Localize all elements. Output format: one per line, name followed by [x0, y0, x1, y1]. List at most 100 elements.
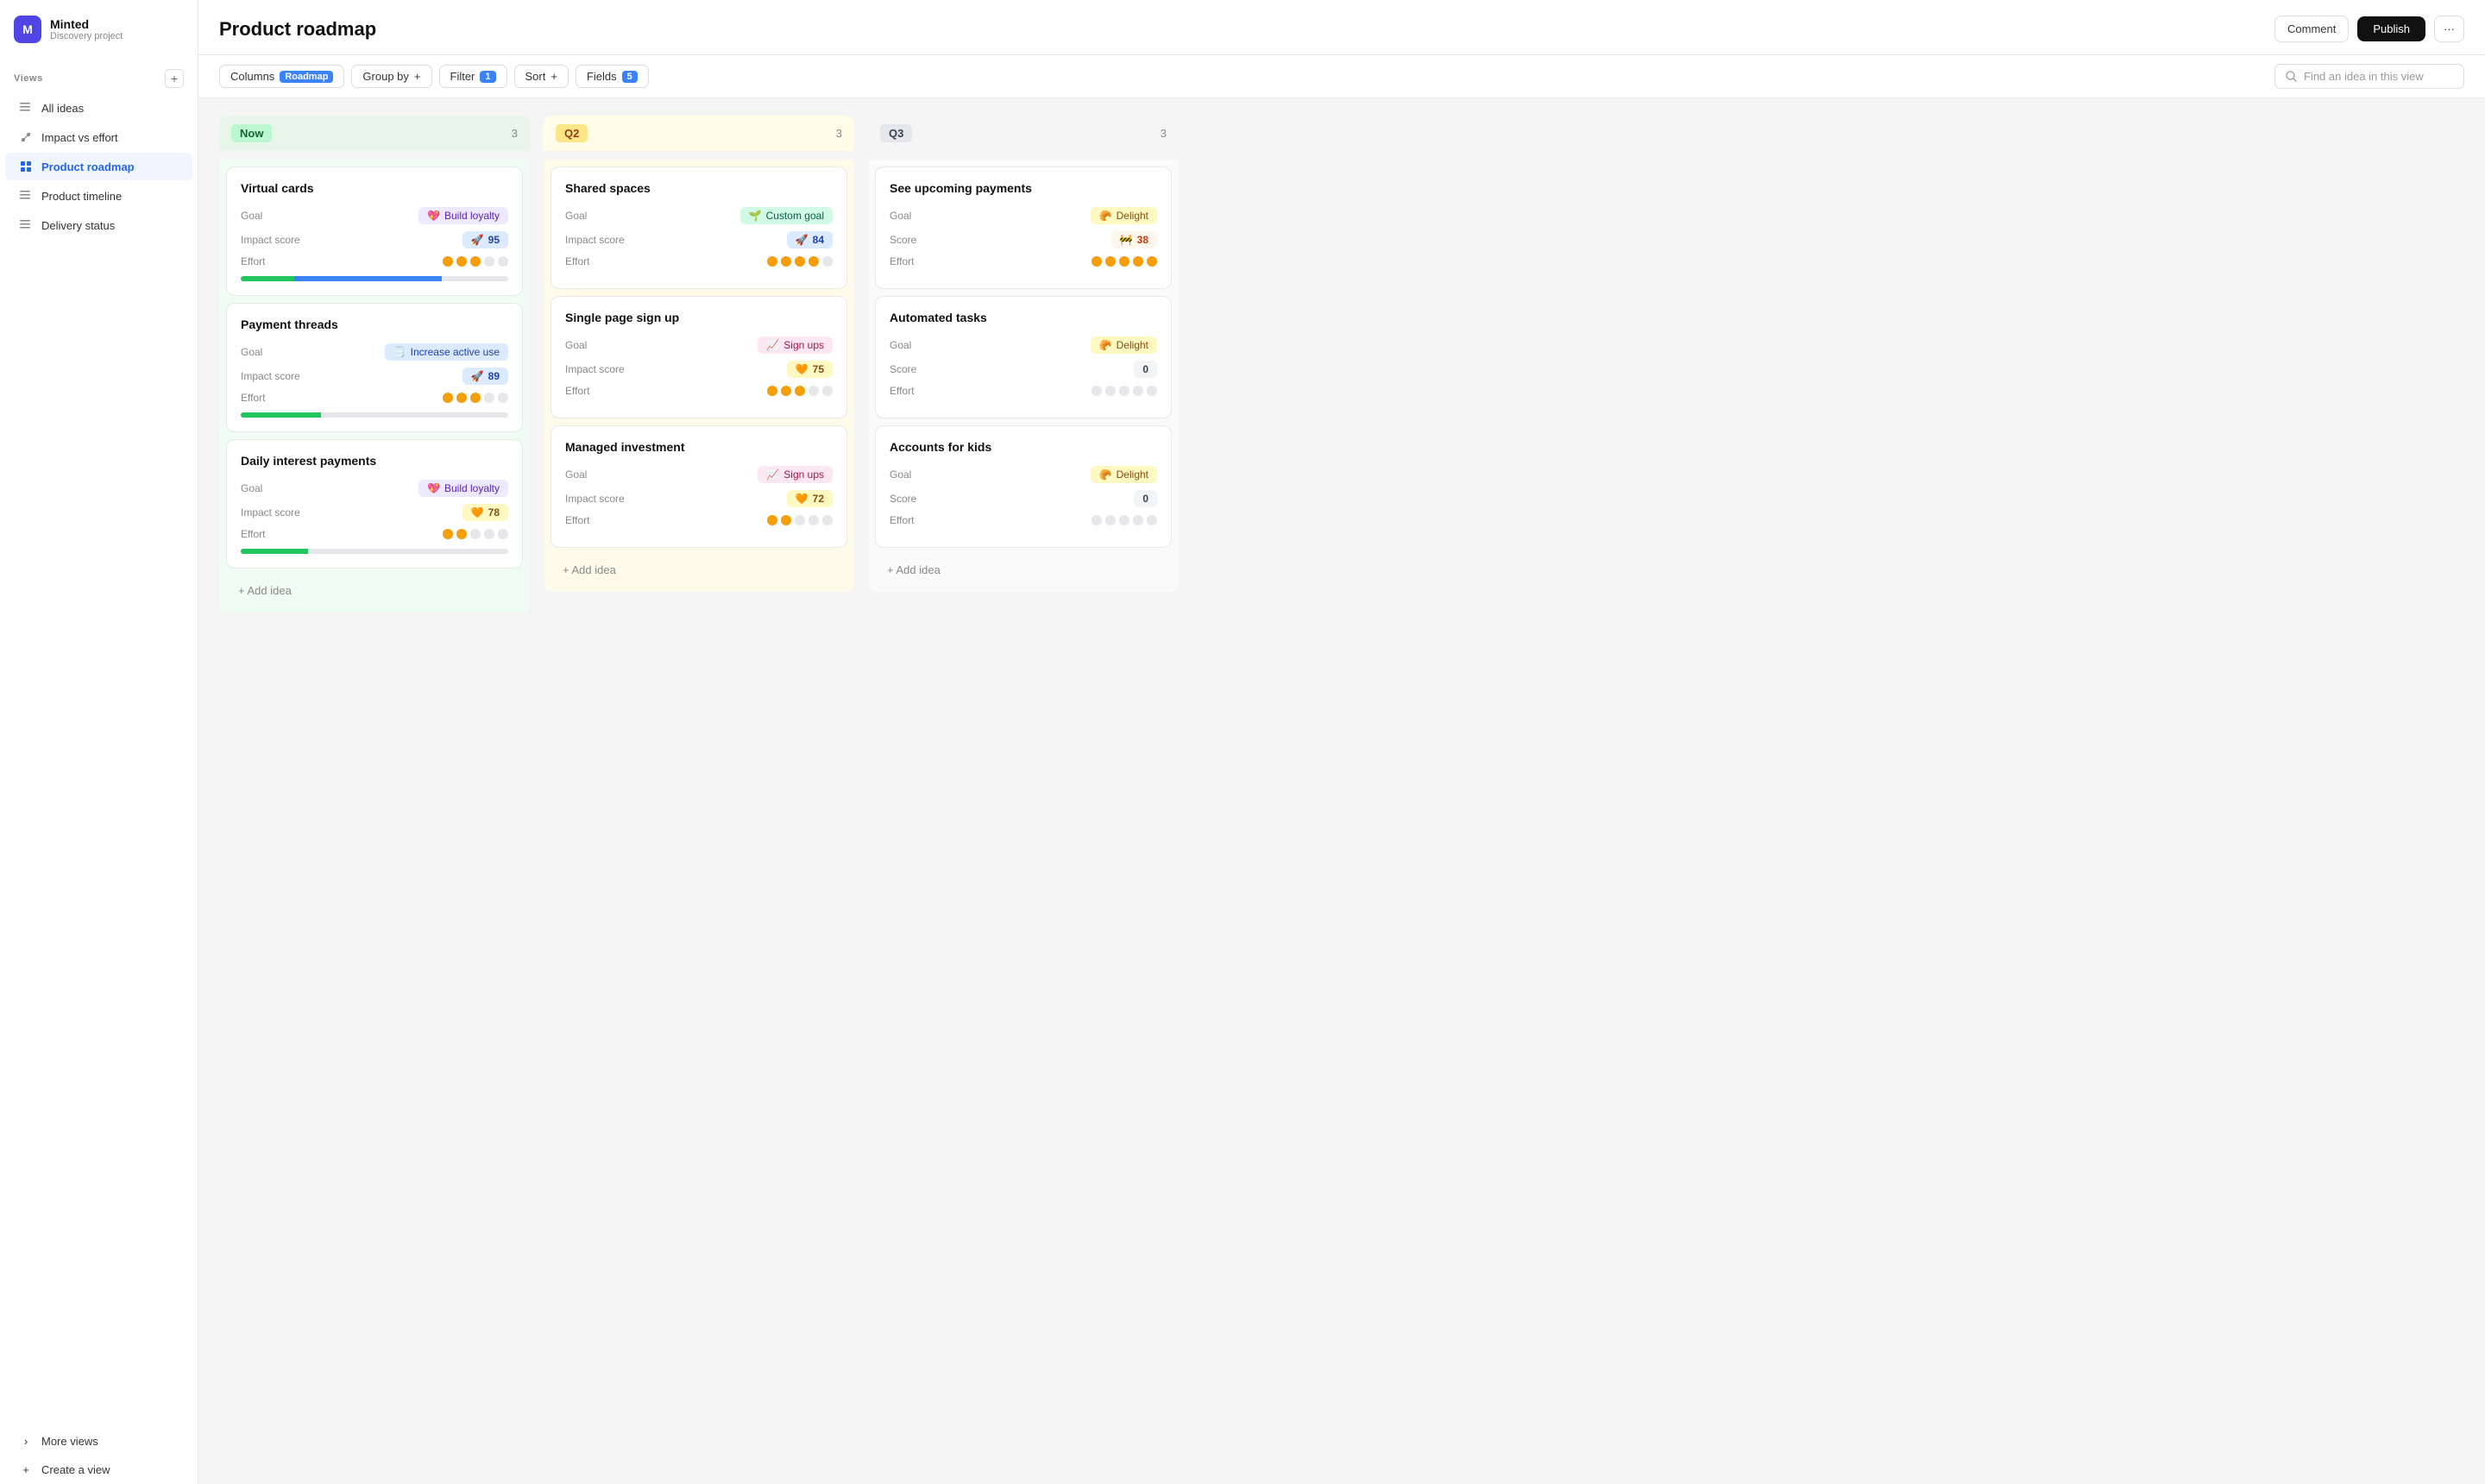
- card-effort-field: Effort: [565, 255, 833, 267]
- filter-button[interactable]: Filter 1: [439, 65, 507, 88]
- idea-card[interactable]: Payment threads Goal 🗒️ Increase active …: [226, 303, 523, 432]
- filled-dot: [1119, 256, 1129, 267]
- empty-dot: [484, 256, 494, 267]
- list-icon: [19, 101, 33, 115]
- card-title: Managed investment: [565, 440, 833, 454]
- empty-dot: [1147, 386, 1157, 396]
- empty-dot: [498, 529, 508, 539]
- group-by-button[interactable]: Group by +: [351, 65, 431, 88]
- goal-emoji: 🥐: [1099, 210, 1112, 222]
- search-box[interactable]: Find an idea in this view: [2274, 64, 2464, 89]
- goal-tag[interactable]: 🗒️ Increase active use: [385, 343, 508, 361]
- fields-button[interactable]: Fields 5: [576, 65, 649, 88]
- goal-label: Goal: [565, 339, 587, 351]
- goal-text: Build loyalty: [444, 210, 500, 222]
- score-label: Impact score: [565, 363, 625, 375]
- card-score-field: Impact score 🧡 75: [565, 361, 833, 378]
- idea-card[interactable]: Single page sign up Goal 📈 Sign ups Impa…: [550, 296, 847, 418]
- column-count: 3: [512, 127, 518, 140]
- sort-button[interactable]: Sort +: [514, 65, 569, 88]
- empty-dot: [808, 386, 819, 396]
- sidebar-item-label: Impact vs effort: [41, 131, 118, 144]
- empty-dot: [484, 393, 494, 403]
- goal-label: Goal: [890, 468, 911, 481]
- filled-dot: [456, 529, 467, 539]
- views-label: Views: [14, 73, 43, 84]
- score-emoji: 🧡: [471, 506, 484, 519]
- idea-card[interactable]: See upcoming payments Goal 🥐 Delight Sco…: [875, 167, 1172, 289]
- score-label: Impact score: [241, 234, 300, 246]
- effort-dots: [443, 529, 508, 539]
- goal-tag[interactable]: 🥐 Delight: [1091, 466, 1157, 483]
- comment-button[interactable]: Comment: [2274, 16, 2349, 42]
- card-goal-field: Goal 📈 Sign ups: [565, 336, 833, 354]
- goal-tag[interactable]: 💖 Build loyalty: [418, 207, 508, 224]
- goal-label: Goal: [241, 210, 262, 222]
- idea-card[interactable]: Daily interest payments Goal 💖 Build loy…: [226, 439, 523, 569]
- card-score-field: Impact score 🚀 89: [241, 368, 508, 385]
- sidebar-item-label: Product timeline: [41, 190, 122, 203]
- sidebar-item-all-ideas[interactable]: All ideas: [5, 94, 192, 122]
- idea-card[interactable]: Shared spaces Goal 🌱 Custom goal Impact …: [550, 167, 847, 289]
- idea-card[interactable]: Managed investment Goal 📈 Sign ups Impac…: [550, 425, 847, 548]
- filled-dot: [795, 256, 805, 267]
- score-label: Impact score: [565, 493, 625, 505]
- filled-dot: [781, 256, 791, 267]
- goal-emoji: 📈: [766, 339, 779, 351]
- effort-dots: [1092, 386, 1157, 396]
- idea-card[interactable]: Virtual cards Goal 💖 Build loyalty Impac…: [226, 167, 523, 296]
- progress-green: [241, 276, 294, 281]
- column-header-now: Now 3: [219, 116, 530, 151]
- idea-card[interactable]: Accounts for kids Goal 🥐 Delight Score 0…: [875, 425, 1172, 548]
- sidebar-item-product-timeline[interactable]: Product timeline: [5, 182, 192, 210]
- page-header: Product roadmap Comment Publish ···: [198, 0, 2485, 55]
- goal-tag[interactable]: 🥐 Delight: [1091, 207, 1157, 224]
- add-idea-button[interactable]: + Add idea: [875, 555, 1172, 585]
- card-effort-field: Effort: [241, 255, 508, 267]
- card-title: Accounts for kids: [890, 440, 1157, 454]
- goal-label: Goal: [890, 210, 911, 222]
- goal-label: Goal: [241, 346, 262, 358]
- goal-tag[interactable]: 💖 Build loyalty: [418, 480, 508, 497]
- grid-icon: [19, 160, 33, 173]
- card-score-field: Impact score 🧡 72: [565, 490, 833, 507]
- add-view-button[interactable]: +: [165, 69, 184, 88]
- columns-button[interactable]: Columns Roadmap: [219, 65, 344, 88]
- add-idea-button[interactable]: + Add idea: [550, 555, 847, 585]
- sidebar-item-product-roadmap[interactable]: Product roadmap: [5, 153, 192, 180]
- column-q3: Q3 3 See upcoming payments Goal 🥐 Deligh…: [868, 116, 1179, 592]
- add-idea-button[interactable]: + Add idea: [226, 575, 523, 606]
- sidebar-create-view[interactable]: + Create a view: [5, 1456, 192, 1483]
- goal-tag[interactable]: 📈 Sign ups: [758, 466, 833, 483]
- goal-tag[interactable]: 🌱 Custom goal: [740, 207, 833, 224]
- score-tag: 🧡 78: [462, 504, 508, 521]
- goal-text: Delight: [1117, 339, 1148, 351]
- effort-dots: [443, 393, 508, 403]
- progress-bar: [241, 549, 508, 554]
- sidebar-item-impact-vs-effort[interactable]: Impact vs effort: [5, 123, 192, 151]
- empty-dot: [1147, 515, 1157, 525]
- goal-emoji: 📈: [766, 468, 779, 481]
- goal-emoji: 🥐: [1099, 339, 1112, 351]
- sidebar-item-delivery-status[interactable]: Delivery status: [5, 211, 192, 239]
- goal-tag[interactable]: 🥐 Delight: [1091, 336, 1157, 354]
- sidebar-more-views[interactable]: › More views: [5, 1427, 192, 1455]
- column-now: Now 3 Virtual cards Goal 💖 Build loyalty…: [219, 116, 530, 613]
- views-section: Views +: [0, 55, 198, 93]
- effort-label: Effort: [241, 528, 265, 540]
- more-options-button[interactable]: ···: [2434, 16, 2464, 42]
- filled-dot: [767, 515, 777, 525]
- group-by-label: Group by: [362, 70, 408, 83]
- card-goal-field: Goal 📈 Sign ups: [565, 466, 833, 483]
- effort-label: Effort: [890, 385, 914, 397]
- column-header-q3: Q3 3: [868, 116, 1179, 151]
- empty-dot: [470, 529, 481, 539]
- goal-tag[interactable]: 📈 Sign ups: [758, 336, 833, 354]
- idea-card[interactable]: Automated tasks Goal 🥐 Delight Score 0 E…: [875, 296, 1172, 418]
- effort-dots: [767, 386, 833, 396]
- progress-gray: [321, 412, 508, 418]
- publish-button[interactable]: Publish: [2357, 16, 2425, 41]
- columns-badge: Roadmap: [280, 71, 333, 83]
- columns-label: Columns: [230, 70, 274, 83]
- card-goal-field: Goal 🗒️ Increase active use: [241, 343, 508, 361]
